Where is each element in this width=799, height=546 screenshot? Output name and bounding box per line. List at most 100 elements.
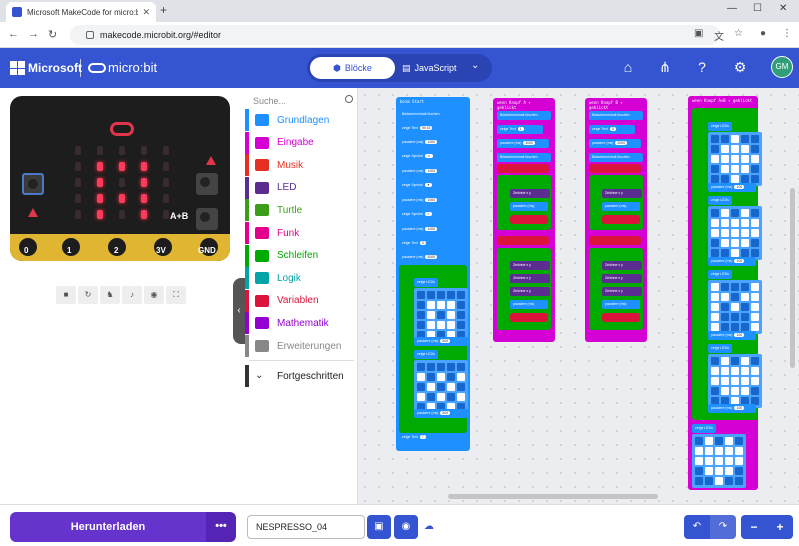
pause-block[interactable]: pausiere (ms) — [602, 202, 640, 211]
led-grid-editor[interactable] — [708, 354, 762, 408]
home-icon[interactable]: ⌂ — [619, 58, 637, 76]
touch-logo[interactable] — [110, 122, 134, 136]
fullscreen-icon[interactable]: ⛶ — [166, 286, 186, 304]
pause-block[interactable]: pausiere (ms) 100 — [708, 331, 756, 340]
javascript-mode-button[interactable]: ▤ JavaScript — [402, 57, 467, 79]
led-grid-editor[interactable] — [708, 132, 762, 186]
category-led[interactable]: LED — [245, 176, 358, 199]
slow-mo-icon[interactable]: ♞ — [100, 286, 120, 304]
help-icon[interactable]: ? — [693, 58, 711, 76]
project-name-input[interactable] — [247, 515, 365, 539]
category-variablen[interactable]: Variablen — [245, 289, 358, 312]
clear-screen-block[interactable]: Bildschirminhalt löschen — [497, 153, 551, 162]
pause-block[interactable]: pausiere (ms) 100 — [708, 183, 756, 192]
share-icon[interactable]: ⋔ — [656, 58, 674, 76]
save-button[interactable]: ▣ — [367, 515, 391, 539]
show-leds-block[interactable]: zeige LEDs — [708, 344, 732, 353]
set-variable-block[interactable] — [497, 236, 549, 245]
github-button[interactable]: ◉ — [394, 515, 418, 539]
close-window-icon[interactable]: ✕ — [779, 3, 787, 14]
blocks-mode-button[interactable]: ⬢ Blöcke — [310, 57, 395, 79]
plot-block[interactable]: Zeichne x y — [510, 287, 550, 296]
forward-icon[interactable]: → — [28, 28, 39, 40]
user-avatar[interactable]: GM — [771, 56, 793, 78]
plot-block[interactable]: Zeichne x y — [602, 261, 642, 270]
plot-block[interactable]: Zeichne x y — [602, 274, 642, 283]
led-grid-editor[interactable] — [414, 288, 468, 342]
show-leds-block[interactable]: zeige LEDs — [708, 196, 732, 205]
clear-screen-block[interactable]: Bildschirminhalt löschen — [399, 110, 461, 119]
led-grid-editor[interactable] — [692, 434, 746, 488]
clear-screen-block[interactable]: Bildschirminhalt löschen — [589, 111, 643, 120]
pause-block[interactable]: pausiere (ms) 3000 — [399, 253, 454, 262]
cloud-sync-icon[interactable]: ☁ — [424, 521, 434, 532]
restart-icon[interactable]: ↻ — [78, 286, 98, 304]
button-b[interactable] — [196, 173, 218, 195]
install-app-icon[interactable]: ▣ — [694, 28, 703, 39]
plot-block[interactable]: Zeichne x y — [602, 287, 642, 296]
pause-block[interactable]: pausiere (ms) 3000 — [589, 139, 641, 148]
pause-block[interactable]: pausiere (ms) — [510, 300, 548, 309]
category-logik[interactable]: Logik — [245, 267, 358, 290]
change-variable-block[interactable] — [602, 313, 640, 322]
set-variable-block[interactable] — [589, 236, 641, 245]
show-number-block[interactable]: zeige Text 1 — [497, 125, 543, 134]
show-leds-block[interactable]: zeige LEDs — [692, 424, 716, 433]
set-variable-block[interactable] — [497, 164, 549, 173]
clear-screen-block[interactable]: Bildschirminhalt löschen — [497, 111, 551, 120]
plot-block[interactable]: Zeichne x y — [602, 189, 642, 198]
change-variable-block[interactable] — [510, 215, 548, 224]
close-tab-icon[interactable]: ✕ — [142, 7, 150, 18]
show-leds-block[interactable]: zeige LEDs — [708, 270, 732, 279]
show-icon-block[interactable]: zeige Symbol ✧ — [399, 210, 453, 219]
plot-block[interactable]: Zeichne x y — [510, 189, 550, 198]
led-grid-editor[interactable] — [708, 280, 762, 334]
show-leds-block[interactable]: zeige LEDs — [414, 278, 438, 287]
pause-block[interactable]: pausiere (ms) — [510, 202, 548, 211]
minimize-window-icon[interactable]: — — [727, 3, 737, 14]
pause-block[interactable]: pausiere (ms) 1000 — [399, 138, 454, 147]
led-grid-editor[interactable] — [414, 360, 468, 414]
product-name[interactable]: micro:bit — [108, 60, 157, 75]
reload-icon[interactable]: ↻ — [48, 28, 57, 41]
pause-block[interactable]: pausiere (ms) 500 — [414, 337, 469, 346]
gear-icon[interactable]: ⚙ — [731, 58, 749, 76]
mute-icon[interactable]: ♪ — [122, 286, 142, 304]
pause-block[interactable]: pausiere (ms) — [602, 300, 640, 309]
show-leds-block[interactable]: zeige LEDs — [708, 122, 732, 131]
set-variable-block[interactable] — [589, 164, 641, 173]
category-erweiterungen[interactable]: Erweiterungen — [245, 335, 358, 357]
translate-icon[interactable]: 文 — [714, 28, 724, 43]
show-number-block[interactable]: zeige Text 99:15 — [399, 124, 449, 133]
show-number-block[interactable]: zeige Text 7 — [399, 433, 439, 442]
category-musik[interactable]: Musik — [245, 154, 358, 177]
chevron-down-icon[interactable]: ⌄ — [471, 60, 479, 71]
bookmark-star-icon[interactable]: ☆ — [734, 28, 743, 39]
category-advanced[interactable]: ⌄ Fortgeschritten — [245, 365, 358, 387]
redo-button[interactable]: ↷ — [710, 515, 736, 539]
pause-block[interactable]: pausiere (ms) 3000 — [497, 139, 549, 148]
pause-block[interactable]: pausiere (ms) 1000 — [399, 225, 454, 234]
category-schleifen[interactable]: Schleifen — [245, 244, 358, 267]
zoom-in-button[interactable]: + — [767, 515, 793, 539]
button-ab[interactable] — [196, 208, 218, 230]
workspace-horizontal-scrollbar[interactable] — [448, 494, 658, 499]
url-field[interactable]: makecode.microbit.org/#editor — [70, 25, 720, 45]
back-icon[interactable]: ← — [8, 28, 19, 40]
plot-block[interactable]: Zeichne x y — [510, 274, 550, 283]
profile-icon[interactable]: ● — [760, 28, 766, 39]
pause-block[interactable]: pausiere (ms) 1000 — [399, 167, 454, 176]
change-variable-block[interactable] — [510, 313, 548, 322]
collapse-simulator-handle[interactable]: ‹ — [233, 278, 245, 344]
change-variable-block[interactable] — [602, 215, 640, 224]
show-number-block[interactable]: zeige Text 3 — [399, 239, 439, 248]
maximize-window-icon[interactable]: ☐ — [753, 3, 762, 14]
pause-block[interactable]: pausiere (ms) 100 — [708, 257, 756, 266]
undo-button[interactable]: ↶ — [684, 515, 710, 539]
category-funk[interactable]: Funk — [245, 222, 358, 244]
led-grid-editor[interactable] — [708, 206, 762, 260]
category-grundlagen[interactable]: Grundlagen — [245, 109, 358, 131]
download-button[interactable]: Herunterladen — [10, 512, 206, 542]
show-icon-block[interactable]: zeige Symbol ☺ — [399, 152, 453, 161]
new-tab-button[interactable]: + — [160, 3, 167, 17]
